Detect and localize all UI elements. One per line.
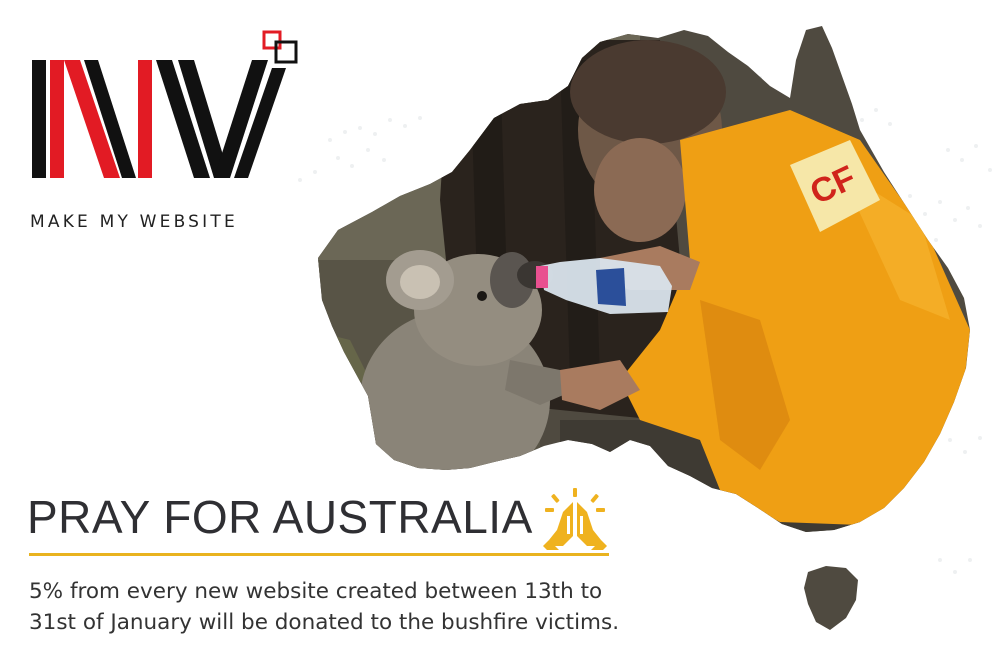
headline-block: PRAY FOR AUSTRALIA: [27, 486, 617, 560]
poster: CF MAKE MY WEBSITE PRAY FOR AUSTRALIA 5%…: [0, 0, 1000, 667]
donation-message-line-2: 31st of January will be donated to the b…: [29, 610, 620, 635]
headline-underline: [29, 553, 609, 556]
headline-title: PRAY FOR AUSTRALIA: [27, 491, 533, 543]
brand-name: MAKE MY WEBSITE: [30, 212, 238, 232]
donation-message-line-1: 5% from every new website created betwee…: [29, 579, 603, 604]
donation-message: 5% from every new website created betwee…: [29, 576, 619, 638]
praying-hands-icon: [543, 488, 607, 550]
mw-monogram-logo: [32, 30, 298, 178]
brand-logo[interactable]: MAKE MY WEBSITE: [28, 28, 308, 232]
